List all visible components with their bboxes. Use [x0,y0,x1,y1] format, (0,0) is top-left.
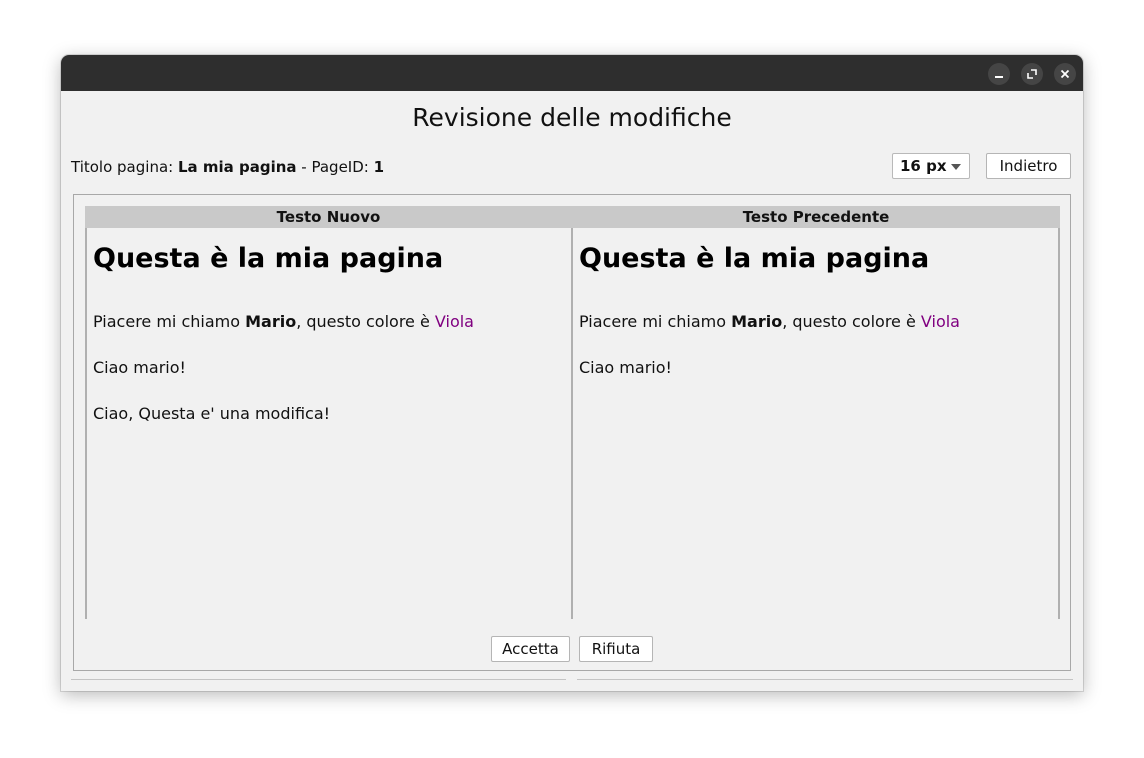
new-text-pane[interactable]: Questa è la mia pagina Piacere mi chiamo… [85,228,572,619]
review-window: Revisione delle modifiche Titolo pagina:… [61,55,1083,691]
font-size-select[interactable]: 16 px [892,153,970,179]
old-p1-middle: , questo colore è [782,312,921,331]
font-size-value: 16 px [900,157,947,175]
bottom-divider-left [71,679,566,680]
old-p1-prefix: Piacere mi chiamo [579,312,732,331]
old-paragraph-2: Ciao mario! [579,358,672,377]
old-text-header: Testo Precedente [572,206,1060,228]
new-p1-bold: Mario [245,312,297,331]
new-heading: Questa è la mia pagina [93,243,444,274]
minimize-icon [995,76,1003,78]
new-added-paragraph: Ciao, Questa e' una modifica! [93,404,331,423]
page-title-label: Titolo pagina: [71,158,178,176]
title-bar [61,55,1083,91]
close-button[interactable] [1054,63,1076,85]
new-p1-middle: , questo colore è [296,312,435,331]
chevron-down-icon [951,164,961,170]
bottom-divider-right [577,679,1073,680]
page-id-value: 1 [373,158,385,176]
page-id-label: - PageID: [296,158,374,176]
page-info: Titolo pagina: La mia pagina - PageID: 1 [71,156,384,178]
maximize-button[interactable] [1021,63,1043,85]
maximize-icon [1027,69,1037,79]
back-button[interactable]: Indietro [986,153,1071,179]
dialog-title: Revisione delle modifiche [412,103,732,132]
compare-view: Testo Nuovo Testo Precedente Questa è la… [85,206,1060,619]
old-paragraph-1: Piacere mi chiamo Mario, questo colore è… [579,311,960,333]
close-icon [1060,69,1070,79]
old-p1-viola: Viola [920,312,960,331]
page-title-value: La mia pagina [177,158,297,176]
accept-button[interactable]: Accetta [491,636,570,662]
new-p1-prefix: Piacere mi chiamo [93,312,246,331]
new-p1-viola: Viola [434,312,474,331]
old-p1-bold: Mario [731,312,783,331]
new-text-header: Testo Nuovo [85,206,572,228]
compare-frame: Testo Nuovo Testo Precedente Questa è la… [73,194,1071,671]
new-paragraph-2: Ciao mario! [93,358,186,377]
old-text-pane[interactable]: Questa è la mia pagina Piacere mi chiamo… [571,228,1060,619]
minimize-button[interactable] [988,63,1010,85]
new-paragraph-1: Piacere mi chiamo Mario, questo colore è… [93,311,474,333]
reject-button[interactable]: Rifiuta [579,636,653,662]
old-heading: Questa è la mia pagina [579,243,930,274]
